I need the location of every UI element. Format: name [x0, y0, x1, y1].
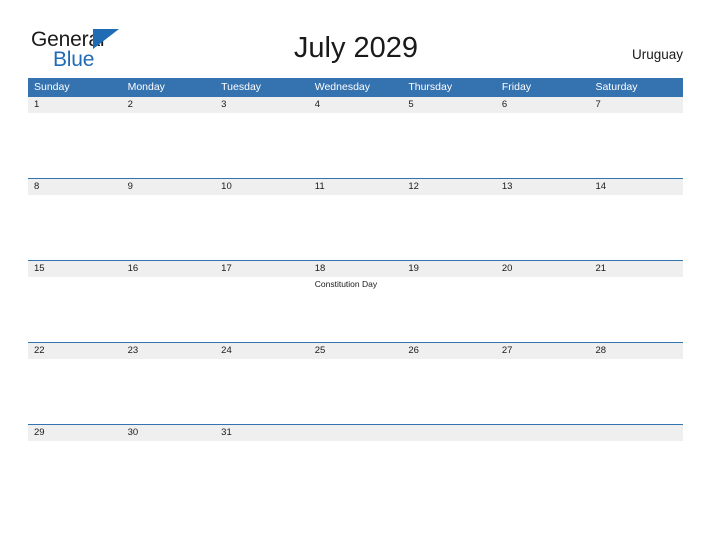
day-cell[interactable]: Constitution Day — [309, 277, 403, 342]
day-number[interactable]: 21 — [589, 261, 683, 277]
day-number[interactable]: 7 — [589, 97, 683, 113]
day-cell[interactable] — [309, 195, 403, 260]
day-number[interactable]: 15 — [28, 261, 122, 277]
day-cell[interactable] — [309, 359, 403, 424]
day-number[interactable]: 2 — [122, 97, 216, 113]
day-number[interactable]: 8 — [28, 179, 122, 195]
week-date-strip: 8 9 10 11 12 13 14 — [28, 178, 683, 195]
week-event-strip — [28, 195, 683, 260]
day-number[interactable]: 10 — [215, 179, 309, 195]
day-event: Constitution Day — [314, 279, 378, 289]
calendar-page: General Blue July 2029 Uruguay Sunday Mo… — [0, 0, 712, 550]
day-number[interactable]: 16 — [122, 261, 216, 277]
calendar-week-row: 8 9 10 11 12 13 14 — [28, 178, 683, 260]
day-cell[interactable] — [402, 195, 496, 260]
day-cell[interactable] — [122, 195, 216, 260]
day-number[interactable]: 5 — [402, 97, 496, 113]
day-number[interactable]: 23 — [122, 343, 216, 359]
day-number — [402, 425, 496, 441]
day-number[interactable]: 31 — [215, 425, 309, 441]
day-cell[interactable] — [402, 359, 496, 424]
day-number[interactable]: 14 — [589, 179, 683, 195]
day-number[interactable]: 28 — [589, 343, 683, 359]
day-number[interactable]: 26 — [402, 343, 496, 359]
day-cell[interactable] — [589, 277, 683, 342]
day-cell[interactable] — [589, 359, 683, 424]
day-number[interactable]: 18 — [309, 261, 403, 277]
day-number[interactable]: 4 — [309, 97, 403, 113]
day-cell[interactable] — [215, 195, 309, 260]
day-number — [309, 425, 403, 441]
day-cell[interactable] — [28, 359, 122, 424]
weekday-tuesday: Tuesday — [221, 81, 262, 93]
day-cell[interactable] — [215, 277, 309, 342]
day-cell[interactable] — [589, 113, 683, 178]
calendar-week-row: 15 16 17 18 19 20 21 Constitution Day — [28, 260, 683, 342]
page-title: July 2029 — [293, 32, 419, 64]
day-number[interactable]: 6 — [496, 97, 590, 113]
day-number[interactable]: 29 — [28, 425, 122, 441]
day-cell[interactable] — [309, 113, 403, 178]
day-cell[interactable] — [496, 113, 590, 178]
week-date-strip: 1 2 3 4 5 6 7 — [28, 96, 683, 113]
calendar-week-row: 1 2 3 4 5 6 7 — [28, 96, 683, 178]
day-number[interactable]: 11 — [309, 179, 403, 195]
day-cell[interactable] — [496, 277, 590, 342]
day-number[interactable]: 30 — [122, 425, 216, 441]
week-date-strip: 22 23 24 25 26 27 28 — [28, 342, 683, 359]
day-cell[interactable] — [122, 359, 216, 424]
week-date-strip: 29 30 31 — [28, 424, 683, 441]
weekday-monday: Monday — [127, 81, 165, 93]
day-number[interactable]: 3 — [215, 97, 309, 113]
day-cell[interactable] — [402, 277, 496, 342]
day-number[interactable]: 24 — [215, 343, 309, 359]
day-cell[interactable] — [28, 277, 122, 342]
weekday-thursday: Thursday — [408, 81, 453, 93]
weekday-sunday: Sunday — [34, 81, 70, 93]
weekday-header-row: Sunday Monday Tuesday Wednesday Thursday… — [28, 78, 683, 96]
day-number[interactable]: 25 — [309, 343, 403, 359]
day-cell[interactable] — [496, 195, 590, 260]
day-number[interactable]: 22 — [28, 343, 122, 359]
day-cell[interactable] — [215, 113, 309, 178]
day-number — [589, 425, 683, 441]
day-cell[interactable] — [28, 195, 122, 260]
day-number[interactable]: 1 — [28, 97, 122, 113]
day-number[interactable]: 20 — [496, 261, 590, 277]
day-number[interactable]: 19 — [402, 261, 496, 277]
week-event-strip — [28, 113, 683, 178]
weekday-wednesday: Wednesday — [314, 81, 370, 93]
week-date-strip: 15 16 17 18 19 20 21 — [28, 260, 683, 277]
day-cell[interactable] — [589, 195, 683, 260]
country-label: Uruguay — [631, 47, 683, 62]
day-cell[interactable] — [215, 359, 309, 424]
calendar-week-row: 22 23 24 25 26 27 28 — [28, 342, 683, 424]
calendar-grid: Sunday Monday Tuesday Wednesday Thursday… — [28, 78, 683, 441]
day-number[interactable]: 12 — [402, 179, 496, 195]
day-cell[interactable] — [496, 359, 590, 424]
week-event-strip — [28, 359, 683, 424]
calendar-week-row: 29 30 31 — [28, 424, 683, 441]
page-header: General Blue July 2029 Uruguay — [0, 0, 712, 78]
week-event-strip: Constitution Day — [28, 277, 683, 342]
day-cell[interactable] — [122, 113, 216, 178]
day-number[interactable]: 27 — [496, 343, 590, 359]
weekday-saturday: Saturday — [595, 81, 638, 93]
day-number[interactable]: 9 — [122, 179, 216, 195]
day-number[interactable]: 13 — [496, 179, 590, 195]
day-number — [496, 425, 590, 441]
weekday-friday: Friday — [501, 81, 532, 93]
day-cell[interactable] — [402, 113, 496, 178]
day-number[interactable]: 17 — [215, 261, 309, 277]
day-cell[interactable] — [28, 113, 122, 178]
day-cell[interactable] — [122, 277, 216, 342]
